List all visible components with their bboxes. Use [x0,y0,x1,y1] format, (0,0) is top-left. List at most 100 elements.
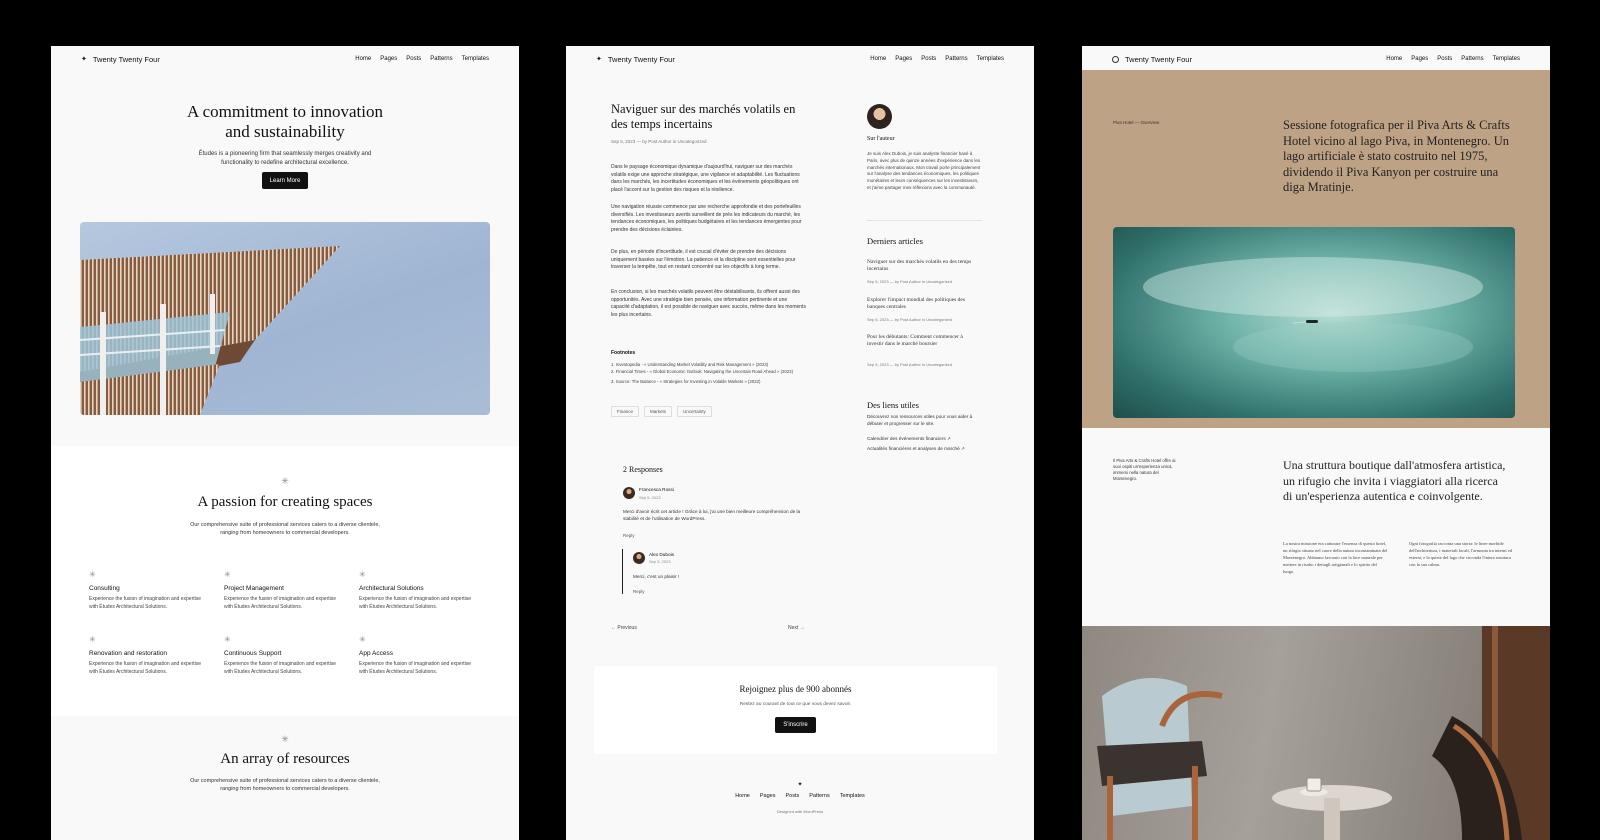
preview-panel-blog-post: ✦ Twenty Twenty Four Home Pages Posts Pa… [566,46,1034,840]
post-tags: Finance Markets Uncertainty [611,406,712,417]
building-photo [80,222,490,415]
nav-templates[interactable]: Templates [1493,56,1520,62]
footer-nav-home[interactable]: Home [735,793,750,799]
site-brand[interactable]: ✦ Twenty Twenty Four [596,55,675,64]
services-section: ✳ A passion for creating spaces Our comp… [51,446,519,716]
resources-subtitle: Our comprehensive suite of professional … [190,778,380,792]
subscribe-text: Restez au courant de tout ce que vous de… [739,702,852,707]
tag-link[interactable]: Uncertainty [677,406,712,417]
recent-post-meta: Sep 5, 2023 — by Post Author in Uncatego… [867,317,952,322]
tag-link[interactable]: Finance [611,406,640,417]
nav-patterns[interactable]: Patterns [1461,56,1483,62]
next-link[interactable]: Next → [788,625,805,631]
asterisk-icon: ✳ [359,635,366,644]
responses-title: 2 Responses [623,465,663,474]
nav-pages[interactable]: Pages [1411,56,1428,62]
nav-posts[interactable]: Posts [1437,56,1452,62]
useful-links-title: Des liens utiles [867,400,919,410]
hero-section: Piva Hotel — Overview Sessione fotografi… [1082,70,1550,428]
comment-date[interactable]: Sep 5, 2023 [649,559,671,564]
preview-panel-architecture: ✦ Twenty Twenty Four Home Pages Posts Pa… [51,46,519,840]
footnote: 1. Investopedia - « Understanding Market… [611,362,769,367]
recent-post-link[interactable]: Naviguer sur des marchés volatils en des… [867,259,977,273]
site-brand[interactable]: ✦ Twenty Twenty Four [81,55,160,64]
site-header: ✦ Twenty Twenty Four Home Pages Posts Pa… [51,46,519,72]
reply-link[interactable]: Reply [623,533,635,538]
nav-pages[interactable]: Pages [895,56,912,62]
hero-subtitle: Études is a pioneering firm that seamles… [198,151,372,166]
nav-patterns[interactable]: Patterns [945,56,967,62]
interior-photo [1082,626,1550,840]
circle-logo-icon [1112,55,1119,63]
leaf-icon: ✦ [596,56,602,63]
footnote: 2. Financial Times - « Global Economic O… [611,369,793,374]
main-nav: Home Pages Posts Patterns Templates [355,56,489,62]
useful-link[interactable]: Calendrier des événements financiers ↗ [867,436,982,443]
post-meta: Sep 5, 2023 — by Post Author in Uncatego… [611,139,707,144]
side-note: Il Piva Arts & Crafts Hotel offre ai suo… [1113,458,1176,481]
commenter-avatar [623,487,635,499]
recent-post-link[interactable]: Explorer l'impact mondial des politiques… [867,297,977,311]
footnotes-label: Footnotes [611,350,636,356]
service-consulting: ✳ Consulting Experience the fusion of im… [89,571,209,611]
post-paragraph: Une navigation réussie commence par une … [611,204,802,233]
service-continuous-support: ✳ Continuous Support Experience the fusi… [224,636,344,676]
post-paragraph: De plus, en période d'incertitude, il es… [611,249,796,271]
asterisk-icon: ✳ [224,570,231,579]
preview-panel-photography: Twenty Twenty Four Home Pages Posts Patt… [1082,46,1550,840]
service-architectural-solutions: ✳ Architectural Solutions Experience the… [359,571,479,611]
footer-nav-templates[interactable]: Templates [840,793,865,799]
nav-pages[interactable]: Pages [380,56,397,62]
footer-nav-patterns[interactable]: Patterns [809,793,829,799]
nav-templates[interactable]: Templates [462,56,489,62]
asterisk-icon: ✳ [224,635,231,644]
asterisk-icon: ✳ [359,570,366,579]
footer-leaf-icon: ✦ [797,782,803,788]
recent-posts-title: Derniers articles [867,236,923,246]
asterisk-icon: ✳ [89,570,96,579]
main-nav: Home Pages Posts Patterns Templates [1386,56,1520,62]
subscribe-button[interactable]: S'inscrire [775,717,816,733]
sidebar-divider [867,220,982,221]
post-title: Naviguer sur des marchés volatils en des… [611,102,796,131]
site-brand[interactable]: Twenty Twenty Four [1112,55,1192,64]
nav-home[interactable]: Home [1386,56,1402,62]
post-paragraph: En conclusion, si les marchés volatils p… [611,289,806,318]
learn-more-button[interactable]: Learn More [262,172,308,189]
site-title: Twenty Twenty Four [92,54,160,64]
comment-author[interactable]: Francesca Rossi [639,487,674,492]
author-bio: Je suis Alex Dubois, je suis analyste fi… [867,151,981,190]
comment-text: Merci, c'est un plaisir ! [633,574,680,579]
recent-post-meta: Sep 5, 2023 — by Post Author in Uncatego… [867,279,952,284]
main-nav: Home Pages Posts Patterns Templates [870,56,1004,62]
service-app-access: ✳ App Access Experience the fusion of im… [359,636,479,676]
footnote: 3. Source: The Balance - « Strategies fo… [611,379,761,384]
service-project-management: ✳ Project Management Experience the fusi… [224,571,344,611]
services-title: A passion for creating spaces [197,494,373,510]
nav-home[interactable]: Home [870,56,886,62]
reply-link[interactable]: Reply [633,589,645,594]
site-header: ✦ Twenty Twenty Four Home Pages Posts Pa… [566,46,1034,72]
comment-author[interactable]: Alex Dubois [649,552,674,557]
text-column: La nostra missione era catturare l'essen… [1283,541,1388,574]
recent-post-meta: Sep 5, 2023 — by Post Author in Uncatego… [867,362,952,367]
asterisk-icon: ✳ [281,476,289,486]
useful-link[interactable]: Actualités financières et analyses de ma… [867,446,982,453]
nav-home[interactable]: Home [355,56,371,62]
author-avatar [633,552,645,564]
thread-divider [622,549,623,594]
comment-date[interactable]: Sep 5, 2023 [639,495,661,500]
subscribe-title: Rejoignez plus de 900 abonnés [739,684,852,694]
footer-nav-pages[interactable]: Pages [760,793,776,799]
previous-link[interactable]: ← Previous [611,625,637,631]
recent-post-link[interactable]: Pour les débutants: Comment commencer à … [867,334,977,348]
about-author-label: Sur l'auteur [867,136,895,142]
nav-patterns[interactable]: Patterns [430,56,452,62]
tag-link[interactable]: Markets [644,406,673,417]
hero-title: A commitment to innovation and sustainab… [187,102,383,141]
nav-posts[interactable]: Posts [921,56,936,62]
asterisk-icon: ✳ [89,635,96,644]
nav-templates[interactable]: Templates [977,56,1004,62]
nav-posts[interactable]: Posts [406,56,421,62]
footer-nav-posts[interactable]: Posts [785,793,799,799]
